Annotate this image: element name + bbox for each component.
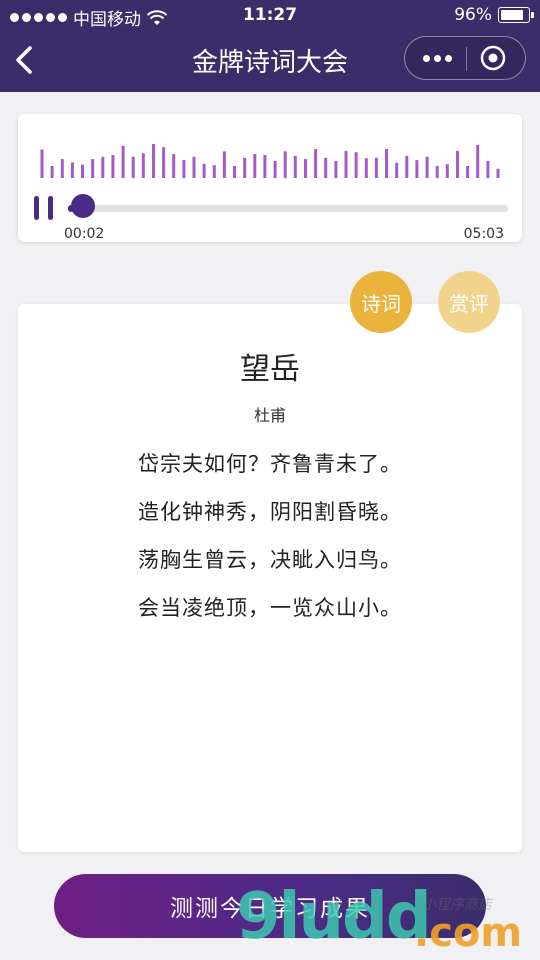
waveform-bar — [486, 161, 490, 178]
waveform-bar — [445, 164, 449, 178]
status-bar: 中国移动 11:27 96% — [0, 0, 540, 30]
waveform-bar — [263, 155, 267, 178]
pause-button[interactable] — [32, 194, 60, 224]
waveform-bar — [435, 166, 439, 178]
total-time: 05:03 — [463, 226, 504, 242]
waveform-bar — [212, 165, 216, 178]
tab-review[interactable]: 赏评 — [438, 271, 500, 333]
poem-title: 望岳 — [240, 352, 300, 387]
waveform-bar — [405, 155, 409, 178]
waveform-bar — [70, 162, 74, 178]
audio-player: 00:02 05:03 — [18, 114, 522, 242]
waveform-bar — [374, 157, 378, 178]
waveform-bar — [172, 154, 176, 178]
waveform-bar — [40, 149, 44, 178]
waveform-bar — [233, 166, 236, 178]
waveform-bar — [101, 156, 105, 178]
waveform-bar — [364, 158, 368, 178]
status-right: 96% — [454, 5, 534, 25]
waveform-bar — [456, 150, 459, 178]
waveform-bar — [141, 153, 145, 178]
waveform-bar — [131, 156, 135, 178]
waveform-bar — [192, 156, 196, 178]
waveform-bar — [152, 144, 155, 178]
poem-author: 杜甫 — [253, 406, 286, 425]
test-learning-button[interactable]: 测测今日学习成果 — [54, 874, 486, 938]
battery-percent: 96% — [454, 5, 492, 25]
target-close-icon — [480, 45, 506, 71]
waveform-bar — [385, 149, 388, 178]
progress-knob[interactable] — [71, 194, 95, 218]
waveform-bar — [354, 152, 358, 178]
waveform-bar — [334, 161, 338, 178]
waveform-bar — [222, 151, 226, 178]
waveform-bar — [81, 164, 84, 178]
waveform-bar — [283, 151, 287, 178]
waveform-bar — [344, 150, 348, 178]
pause-icon — [34, 196, 53, 220]
waveform-bar — [50, 166, 54, 178]
more-button[interactable] — [413, 37, 461, 79]
waveform-bar — [395, 162, 399, 178]
waveform-bar — [476, 144, 480, 178]
poem-card: 望岳 杜甫 岱宗夫如何？齐鲁青未了。 造化钟神秀，阴阳割昏晓。 荡胸生曾云，决眦… — [18, 304, 522, 852]
more-dots-icon — [422, 54, 430, 62]
waveform-bar — [91, 159, 95, 178]
waveform-bar — [111, 155, 115, 178]
waveform-bar — [273, 161, 277, 178]
poem-lines: 岱宗夫如何？齐鲁青未了。 造化钟神秀，阴阳割昏晓。 荡胸生曾云，决眦入归鸟。 会… — [18, 440, 522, 632]
waveform-bar — [253, 154, 257, 178]
waveform-bar — [202, 163, 206, 178]
waveform-bar — [60, 159, 64, 178]
poem-line: 岱宗夫如何？齐鲁青未了。 — [138, 452, 402, 476]
current-time: 00:02 — [64, 226, 105, 242]
menu-capsule — [404, 36, 526, 80]
battery-icon — [498, 7, 534, 23]
waveform-bar — [314, 149, 318, 178]
waveform-bar — [304, 159, 307, 178]
poem-line: 荡胸生曾云，决眦入归鸟。 — [138, 548, 402, 572]
waveform-bar — [293, 155, 297, 178]
progress-track[interactable] — [68, 205, 508, 212]
tab-poem[interactable]: 诗词 — [350, 271, 412, 333]
waveform-bar — [121, 145, 125, 178]
close-mini-program-button[interactable] — [469, 37, 517, 79]
waveform-bar — [324, 157, 328, 178]
waveform — [40, 144, 500, 178]
poem-line: 会当凌绝顶，一览众山小。 — [138, 596, 402, 620]
capsule-divider — [466, 47, 467, 71]
waveform-bar — [182, 160, 186, 178]
waveform-bar — [466, 166, 470, 178]
waveform-bar — [415, 160, 419, 178]
poem-line: 造化钟神秀，阴阳割昏晓。 — [138, 500, 402, 524]
waveform-bar — [425, 156, 429, 178]
waveform-bar — [243, 157, 247, 178]
waveform-bar — [496, 168, 500, 178]
nav-header: 中国移动 11:27 96% 金牌诗词大会 — [0, 0, 540, 92]
waveform-bar — [162, 147, 166, 178]
